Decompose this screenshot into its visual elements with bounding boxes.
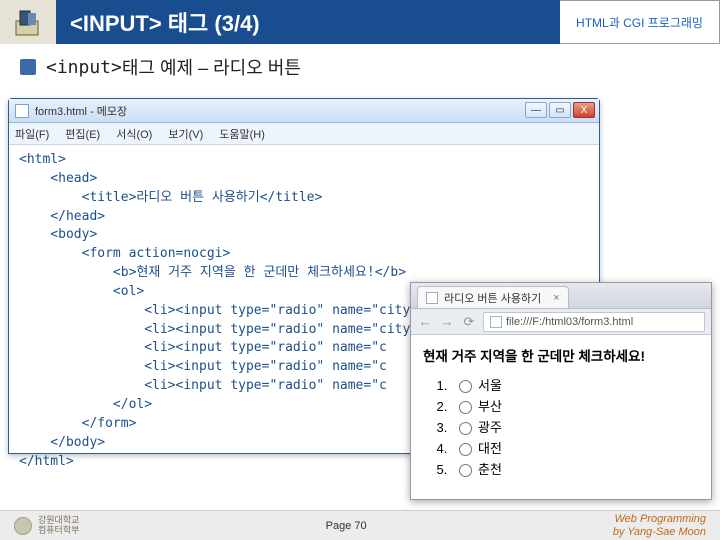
list-item: 대전 [451, 438, 699, 457]
bullet-icon [20, 59, 36, 75]
radio-seoul[interactable] [459, 380, 472, 393]
credit-line2: by Yang-Sae Moon [613, 526, 706, 539]
radio-daejeon[interactable] [459, 443, 472, 456]
page-number: Page 70 [326, 520, 367, 532]
credit-line1: Web Programming [613, 513, 706, 526]
form-prompt: 현재 거주 지역을 한 군데만 체크하세요! [423, 345, 699, 365]
notepad-title: form3.html - 메모장 [35, 103, 127, 119]
university-seal-icon [14, 517, 32, 535]
browser-window: 라디오 버튼 사용하기 × ← → ⟳ file:///F:/html03/fo… [410, 282, 712, 500]
list-item: 광주 [451, 417, 699, 436]
maximize-button[interactable]: ▭ [549, 102, 571, 118]
university-text: 강원대학교 컴퓨터학부 [38, 516, 79, 535]
notepad-titlebar: form3.html - 메모장 — ▭ X [9, 99, 599, 123]
radio-label: 춘천 [478, 462, 502, 477]
menu-view[interactable]: 보기(V) [168, 126, 203, 142]
radio-gwangju[interactable] [459, 422, 472, 435]
menu-format[interactable]: 서식(O) [116, 126, 152, 142]
browser-tab[interactable]: 라디오 버튼 사용하기 × [417, 286, 569, 308]
browser-viewport: 현재 거주 지역을 한 군데만 체크하세요! 서울 부산 광주 대전 춘천 [411, 335, 711, 490]
menu-edit[interactable]: 편집(E) [65, 126, 100, 142]
credit-block: Web Programming by Yang-Sae Moon [613, 513, 706, 538]
slide-subtitle: HTML과 CGI 프로그래밍 [560, 0, 720, 44]
radio-busan[interactable] [459, 401, 472, 414]
forward-icon[interactable]: → [439, 314, 455, 330]
tab-close-icon[interactable]: × [553, 292, 559, 304]
slide-header: <INPUT> 태그 (3/4) HTML과 CGI 프로그래밍 [0, 0, 720, 44]
menu-help[interactable]: 도움말(H) [219, 126, 265, 142]
list-item: 서울 [451, 375, 699, 394]
reload-icon[interactable]: ⟳ [461, 314, 477, 330]
address-bar[interactable]: file:///F:/html03/form3.html [483, 312, 705, 332]
radio-chuncheon[interactable] [459, 464, 472, 477]
browser-tabstrip: 라디오 버튼 사용하기 × [411, 283, 711, 309]
list-item: 부산 [451, 396, 699, 415]
favicon-icon [426, 292, 438, 304]
back-icon[interactable]: ← [417, 314, 433, 330]
notepad-menubar: 파일(F) 편집(E) 서식(O) 보기(V) 도움말(H) [9, 123, 599, 145]
document-icon [15, 104, 29, 118]
page-icon [490, 316, 502, 328]
radio-label: 서울 [478, 378, 502, 393]
menu-file[interactable]: 파일(F) [15, 126, 49, 142]
radio-list: 서울 부산 광주 대전 춘천 [423, 375, 699, 478]
slide-title: <INPUT> 태그 (3/4) [56, 0, 560, 44]
section-mono: <input> [46, 57, 122, 78]
window-controls: — ▭ X [525, 102, 595, 118]
section-rest: 태그 예제 – 라디오 버튼 [122, 54, 301, 80]
radio-label: 대전 [478, 441, 502, 456]
browser-toolbar: ← → ⟳ file:///F:/html03/form3.html [411, 309, 711, 335]
radio-label: 광주 [478, 420, 502, 435]
minimize-button[interactable]: — [525, 102, 547, 118]
slide-footer: 강원대학교 컴퓨터학부 Page 70 Web Programming by Y… [0, 510, 720, 540]
close-button[interactable]: X [573, 102, 595, 118]
tab-title: 라디오 버튼 사용하기 [444, 290, 541, 306]
section-heading: <input> 태그 예제 – 라디오 버튼 [0, 44, 720, 86]
url-text: file:///F:/html03/form3.html [506, 316, 633, 328]
list-item: 춘천 [451, 459, 699, 478]
university-badge: 강원대학교 컴퓨터학부 [14, 516, 79, 535]
radio-label: 부산 [478, 399, 502, 414]
slide-theme-icon [0, 0, 56, 44]
